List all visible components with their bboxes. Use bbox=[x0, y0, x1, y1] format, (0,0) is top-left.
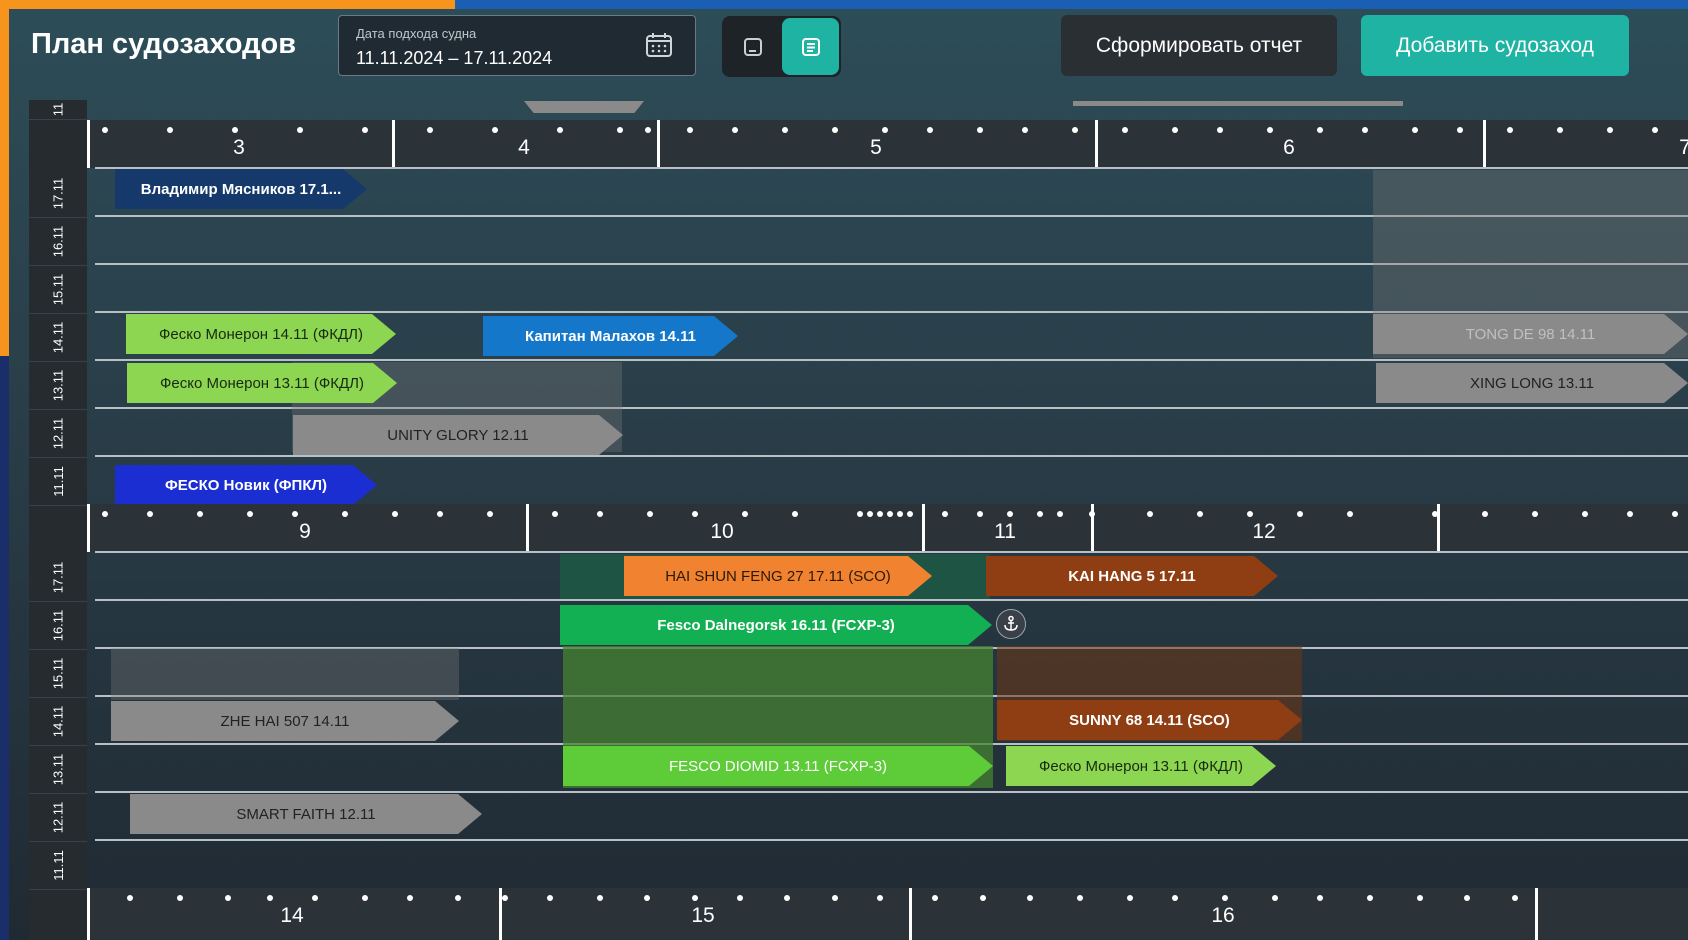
compact-view-button[interactable] bbox=[724, 18, 781, 75]
left-blue-strip bbox=[0, 356, 9, 940]
vessel-bar[interactable]: XING LONG 13.11 bbox=[1376, 363, 1688, 403]
detailed-view-button[interactable] bbox=[782, 18, 839, 75]
vessel-bar[interactable]: SMART FAITH 12.11 bbox=[130, 794, 482, 834]
hour-label: 6 bbox=[1283, 136, 1295, 159]
hour-ruler: 14 15 16 bbox=[87, 888, 1688, 940]
accent-strip-top bbox=[0, 0, 455, 9]
timeline-section: 3 4 5 6 7 Владимир Мясников 17.1... Феск… bbox=[87, 120, 1688, 504]
hour-label: 16 bbox=[1211, 904, 1235, 927]
anchor-icon[interactable] bbox=[996, 609, 1026, 639]
day-label: 15.11 bbox=[29, 650, 87, 698]
hour-label: 3 bbox=[233, 136, 245, 159]
date-range-field[interactable]: Дата подхода судна 11.11.2024 – 17.11.20… bbox=[338, 15, 696, 76]
vessel-bar[interactable]: UNITY GLORY 12.11 bbox=[293, 415, 623, 455]
header-blue-strip bbox=[455, 0, 1688, 9]
day-label: 11 bbox=[29, 100, 87, 120]
hour-label: 10 bbox=[710, 520, 734, 543]
vessel-bar[interactable]: SUNNY 68 14.11 (SCO) bbox=[997, 700, 1302, 740]
view-toggle bbox=[722, 16, 841, 77]
occupancy-shade bbox=[111, 648, 459, 700]
add-call-button[interactable]: Добавить судозаход bbox=[1361, 15, 1629, 76]
vessel-bar[interactable]: Владимир Мясников 17.1... bbox=[115, 169, 367, 209]
vessel-bar[interactable]: Феско Монерон 14.11 (ФКДЛ) bbox=[126, 314, 396, 354]
day-label: 11.11 bbox=[29, 458, 87, 506]
page-title: План судозаходов bbox=[31, 28, 297, 60]
day-label: 12.11 bbox=[29, 794, 87, 842]
day-rail: 11 17.11 16.11 15.11 14.11 13.11 12.11 1… bbox=[29, 100, 87, 940]
hour-label: 12 bbox=[1252, 520, 1276, 543]
detailed-view-icon bbox=[801, 37, 820, 56]
vessel-bar[interactable]: KAI HANG 5 17.11 bbox=[986, 556, 1278, 596]
hour-label: 14 bbox=[280, 904, 304, 927]
hour-label: 9 bbox=[299, 520, 311, 543]
day-label: 16.11 bbox=[29, 218, 87, 266]
vessel-bar-partial[interactable] bbox=[1073, 101, 1403, 106]
date-range-value[interactable]: 11.11.2024 – 17.11.2024 bbox=[356, 48, 552, 69]
day-label: 16.11 bbox=[29, 602, 87, 650]
generate-report-button[interactable]: Сформировать отчет bbox=[1061, 15, 1337, 76]
vessel-bar[interactable]: ZHE HAI 507 14.11 bbox=[111, 701, 459, 741]
vessel-bar[interactable]: ФЕСКО Новик (ФПКЛ) bbox=[115, 465, 377, 505]
vessel-bar[interactable]: Fesco Dalnegorsk 16.11 (FCXP-3) bbox=[560, 605, 992, 645]
compact-view-icon bbox=[743, 37, 762, 56]
hour-ruler: 3 4 5 6 7 bbox=[87, 120, 1688, 168]
vessel-bar[interactable]: Феско Монерон 13.11 (ФКДЛ) bbox=[1006, 746, 1276, 786]
calendar-icon[interactable] bbox=[645, 31, 673, 59]
timeline-section: 14 15 16 bbox=[87, 888, 1688, 940]
day-label: 14.11 bbox=[29, 698, 87, 746]
day-label: 14.11 bbox=[29, 314, 87, 362]
hour-label: 11 bbox=[994, 520, 1016, 543]
hour-label: 4 bbox=[518, 136, 530, 159]
hour-label: 7 bbox=[1679, 136, 1688, 159]
hour-ruler: 9 10 11 12 bbox=[87, 504, 1688, 552]
vessel-bar-partial[interactable] bbox=[524, 101, 644, 113]
vessel-bar[interactable]: Феско Монерон 13.11 (ФКДЛ) bbox=[127, 363, 397, 403]
day-label: 13.11 bbox=[29, 362, 87, 410]
day-label: 11.11 bbox=[29, 842, 87, 890]
day-label: 12.11 bbox=[29, 410, 87, 458]
hour-label: 5 bbox=[870, 136, 882, 159]
day-label: 17.11 bbox=[29, 554, 87, 602]
vessel-bar[interactable]: FESCO DIOMID 13.11 (FCXP-3) bbox=[563, 746, 993, 786]
accent-strip-left bbox=[0, 0, 9, 356]
timeline-section: 9 10 11 12 HAI SHUN FENG 27 17.11 (SCO) … bbox=[87, 504, 1688, 888]
vessel-bar[interactable]: HAI SHUN FENG 27 17.11 (SCO) bbox=[624, 556, 932, 596]
vessel-bar[interactable]: TONG DE 98 14.11 bbox=[1373, 314, 1688, 354]
day-label: 17.11 bbox=[29, 170, 87, 218]
vessel-bar[interactable]: Капитан Малахов 14.11 bbox=[483, 316, 738, 356]
hour-label: 15 bbox=[691, 904, 715, 927]
day-label: 13.11 bbox=[29, 746, 87, 794]
day-label: 15.11 bbox=[29, 266, 87, 314]
date-range-label: Дата подхода судна bbox=[356, 26, 477, 41]
